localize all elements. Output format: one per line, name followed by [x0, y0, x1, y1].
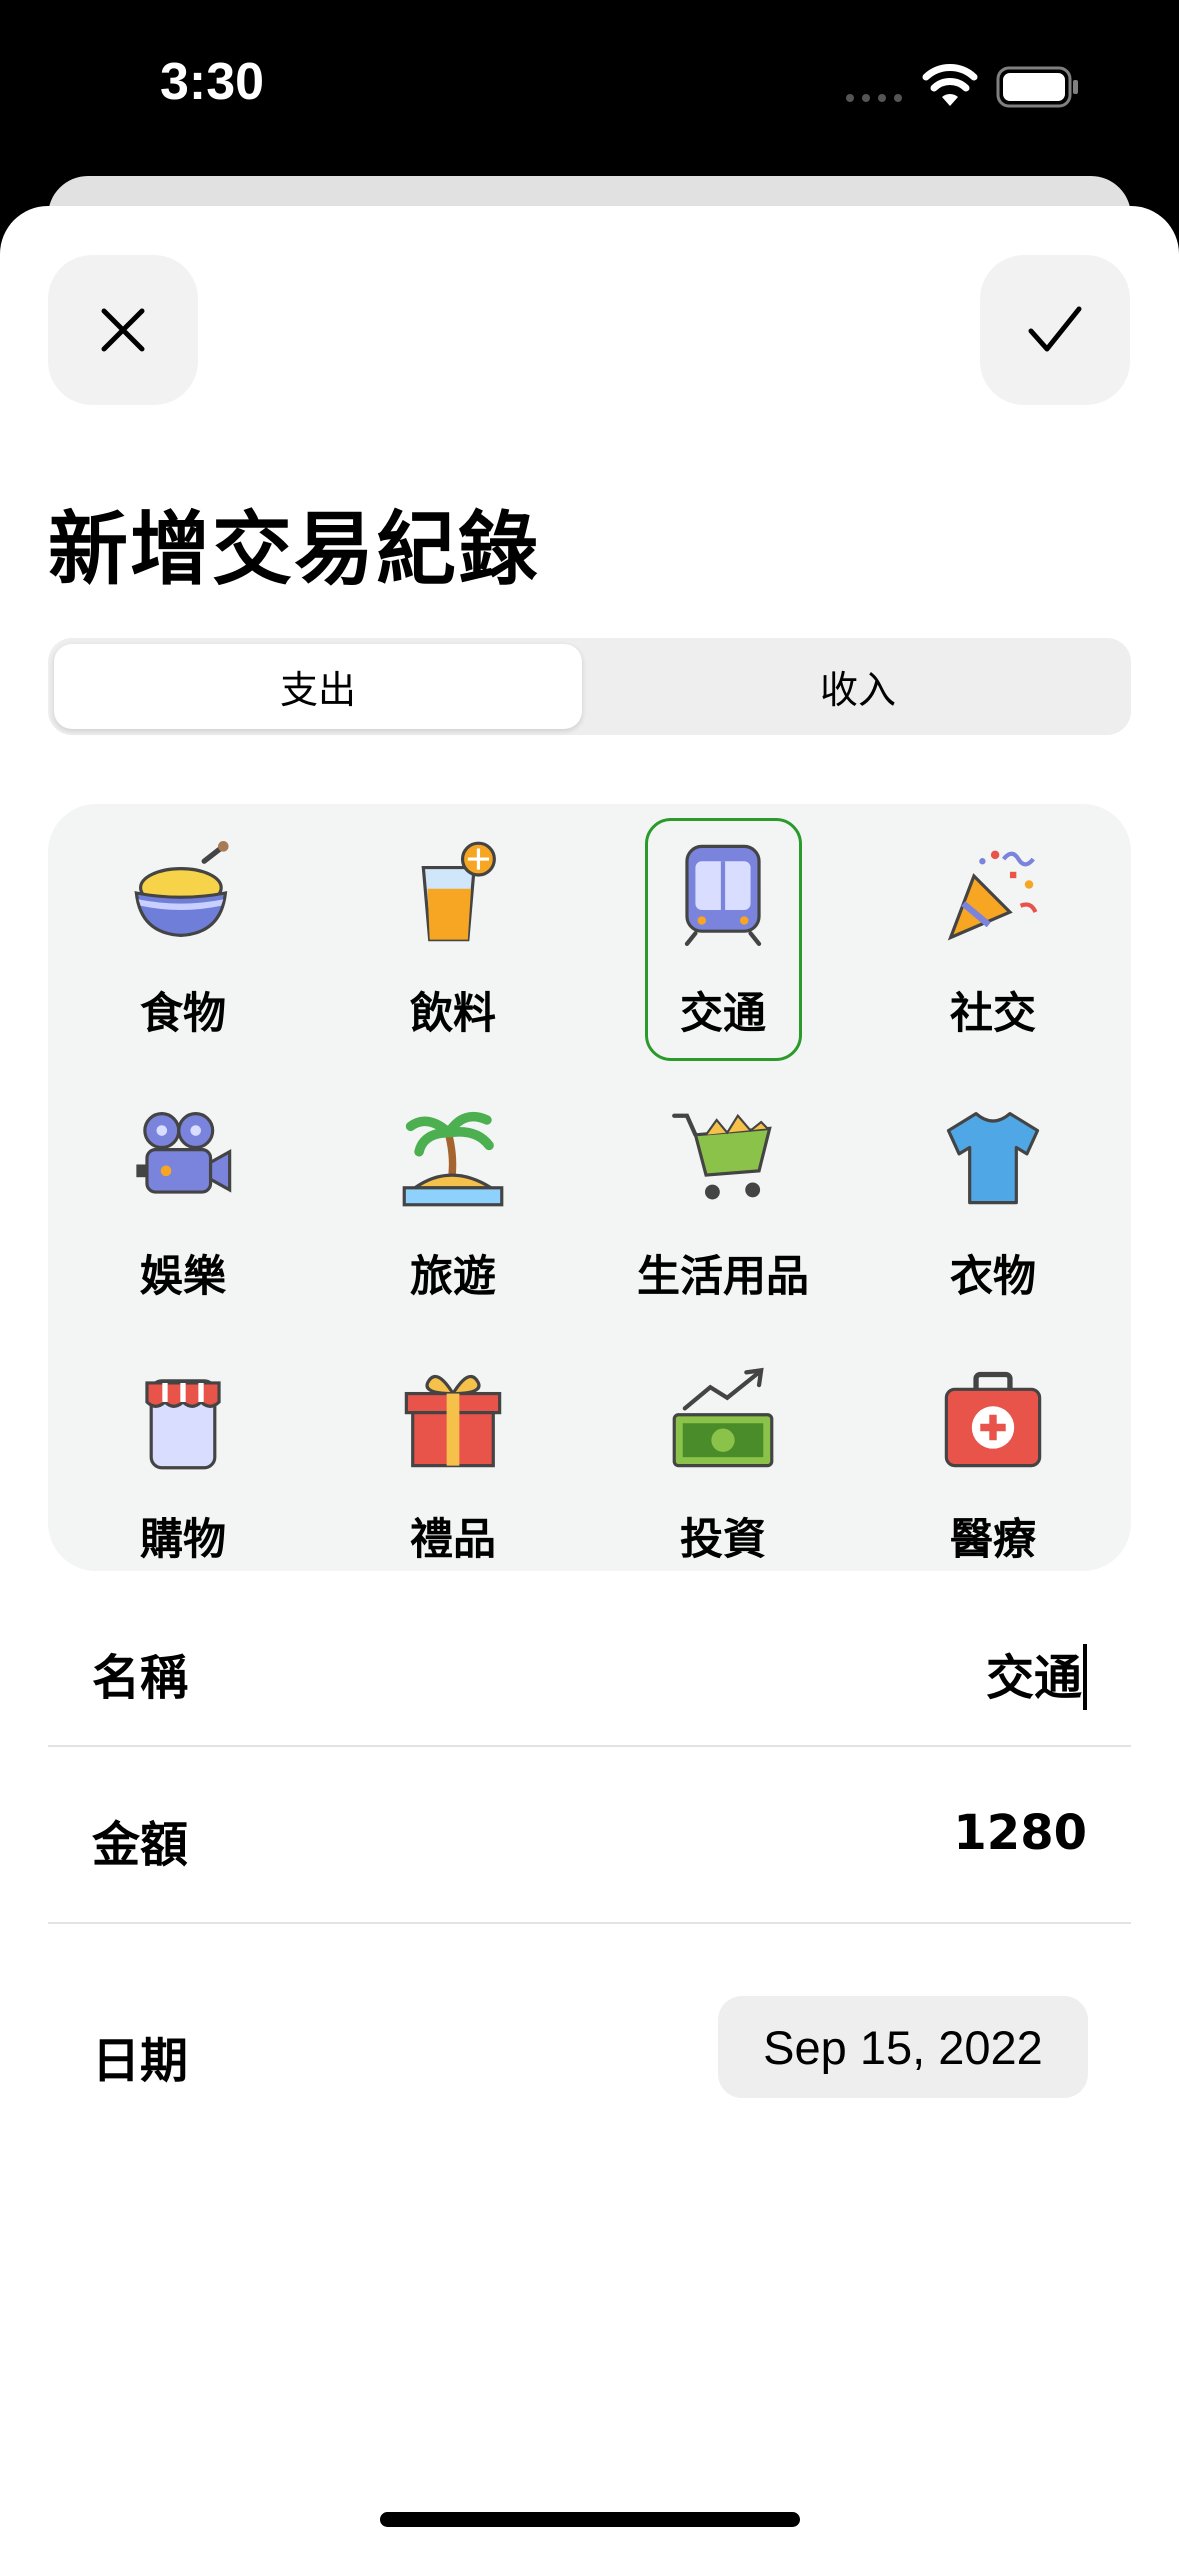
transaction-type-segmented-control: 支出 收入: [48, 638, 1131, 735]
page-title: 新增交易紀錄: [48, 503, 540, 596]
money-growth-icon: [672, 1367, 774, 1468]
train-icon: [684, 844, 762, 946]
cellular-signal-icon: [846, 94, 902, 102]
status-bar: 3:30: [0, 0, 1179, 175]
home-indicator: [380, 2512, 800, 2527]
shopping-cart-icon: [672, 1113, 772, 1200]
status-time: 3:30: [160, 53, 265, 111]
segment-expense[interactable]: 支出: [54, 644, 582, 729]
segment-income[interactable]: 收入: [591, 644, 1125, 729]
done-button[interactable]: [980, 255, 1130, 405]
category-gift[interactable]: 禮品: [318, 1330, 588, 1571]
drink-glass-icon: [421, 841, 496, 942]
first-aid-kit-icon: [944, 1371, 1042, 1468]
category-clothing[interactable]: 衣物: [858, 1067, 1128, 1317]
category-label: 旅遊: [410, 1252, 496, 1302]
category-travel[interactable]: 旅遊: [318, 1067, 588, 1317]
amount-label: 金額: [92, 1817, 189, 1873]
movie-camera-icon: [136, 1112, 232, 1194]
category-label: 交通: [680, 989, 766, 1039]
category-entertainment[interactable]: 娛樂: [48, 1067, 318, 1317]
category-label: 禮品: [410, 1515, 496, 1565]
date-picker-button[interactable]: Sep 15, 2022: [718, 1996, 1088, 2098]
name-row[interactable]: 名稱 交通: [48, 1600, 1131, 1740]
amount-field[interactable]: 1280: [953, 1805, 1087, 1861]
wifi-icon: [922, 64, 978, 106]
gift-icon: [404, 1374, 502, 1468]
party-popper-icon: [947, 850, 1038, 941]
category-investment[interactable]: 投資: [588, 1330, 858, 1571]
tshirt-icon: [946, 1112, 1040, 1205]
close-button[interactable]: [48, 255, 198, 405]
rice-bowl-icon: [134, 841, 229, 937]
category-label: 醫療: [950, 1515, 1036, 1565]
category-grid: 食物 飲料 交通 社交 娛樂 旅遊 生活用品 衣物 購物 禮品 投資 醫療: [48, 804, 1131, 1571]
name-label: 名稱: [92, 1650, 189, 1706]
category-label: 社交: [950, 989, 1036, 1039]
category-drink[interactable]: 飲料: [318, 804, 588, 1054]
category-transport[interactable]: 交通: [588, 804, 858, 1054]
category-label: 生活用品: [637, 1252, 809, 1302]
category-label: 娛樂: [140, 1252, 226, 1302]
battery-icon: [996, 66, 1078, 108]
category-label: 飲料: [410, 989, 496, 1039]
category-food[interactable]: 食物: [48, 804, 318, 1054]
divider: [48, 1922, 1131, 1924]
amount-row[interactable]: 金額 1280: [48, 1748, 1131, 1923]
category-label: 衣物: [950, 1252, 1036, 1302]
category-social[interactable]: 社交: [858, 804, 1128, 1054]
island-palm-icon: [402, 1112, 504, 1207]
date-label: 日期: [92, 2033, 189, 2089]
checkmark-icon: [1028, 306, 1082, 352]
name-value: 交通: [985, 1650, 1082, 1706]
category-label: 購物: [140, 1515, 226, 1565]
name-field[interactable]: 交通: [986, 1638, 1087, 1710]
category-shopping[interactable]: 購物: [48, 1330, 318, 1571]
category-medical[interactable]: 醫療: [858, 1330, 1128, 1571]
category-daily-goods[interactable]: 生活用品: [588, 1067, 858, 1317]
store-icon: [145, 1379, 221, 1470]
category-label: 食物: [140, 989, 226, 1039]
text-cursor: [1083, 1644, 1087, 1710]
divider: [48, 1745, 1131, 1747]
category-label: 投資: [680, 1515, 766, 1565]
close-icon: [101, 308, 145, 352]
